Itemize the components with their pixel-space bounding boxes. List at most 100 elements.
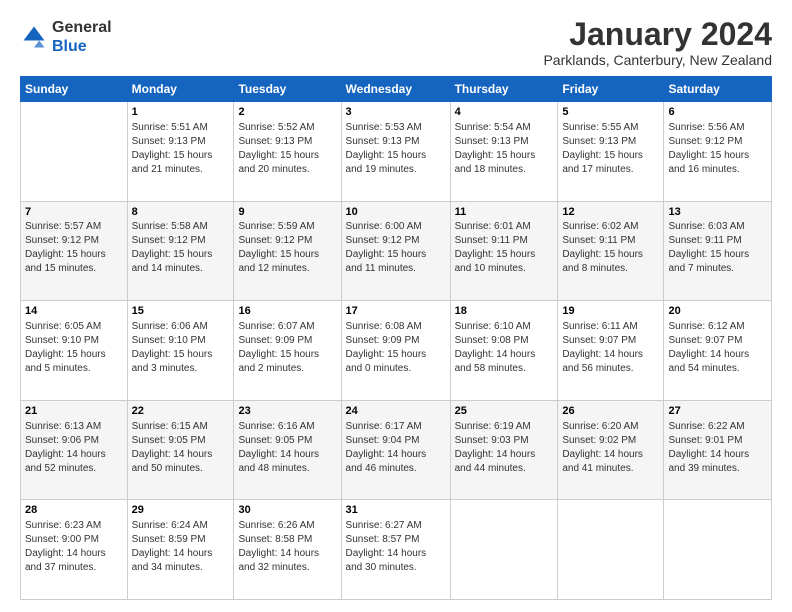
day-info: Sunrise: 6:19 AM Sunset: 9:03 PM Dayligh… — [455, 420, 554, 476]
day-number: 11 — [455, 205, 554, 220]
day-number: 17 — [346, 304, 446, 319]
day-info: Sunrise: 6:20 AM Sunset: 9:02 PM Dayligh… — [562, 420, 659, 476]
day-header-thursday: Thursday — [450, 77, 558, 102]
calendar-cell — [450, 500, 558, 600]
logo-blue-text: Blue — [52, 38, 87, 55]
day-number: 8 — [132, 205, 230, 220]
day-number: 28 — [25, 503, 123, 518]
day-info: Sunrise: 6:02 AM Sunset: 9:11 PM Dayligh… — [562, 220, 659, 276]
day-number: 2 — [238, 105, 336, 120]
day-number: 10 — [346, 205, 446, 220]
calendar-cell: 27Sunrise: 6:22 AM Sunset: 9:01 PM Dayli… — [664, 400, 772, 500]
day-info: Sunrise: 6:11 AM Sunset: 9:07 PM Dayligh… — [562, 320, 659, 376]
calendar-week-1: 1Sunrise: 5:51 AM Sunset: 9:13 PM Daylig… — [21, 102, 772, 202]
calendar-cell: 31Sunrise: 6:27 AM Sunset: 8:57 PM Dayli… — [341, 500, 450, 600]
calendar-cell: 25Sunrise: 6:19 AM Sunset: 9:03 PM Dayli… — [450, 400, 558, 500]
day-number: 31 — [346, 503, 446, 518]
day-number: 5 — [562, 105, 659, 120]
calendar-cell: 6Sunrise: 5:56 AM Sunset: 9:12 PM Daylig… — [664, 102, 772, 202]
calendar-cell: 30Sunrise: 6:26 AM Sunset: 8:58 PM Dayli… — [234, 500, 341, 600]
calendar-cell: 18Sunrise: 6:10 AM Sunset: 9:08 PM Dayli… — [450, 301, 558, 401]
calendar-cell: 21Sunrise: 6:13 AM Sunset: 9:06 PM Dayli… — [21, 400, 128, 500]
calendar-body: 1Sunrise: 5:51 AM Sunset: 9:13 PM Daylig… — [21, 102, 772, 600]
logo-general-text: General — [52, 19, 112, 36]
calendar-cell: 8Sunrise: 5:58 AM Sunset: 9:12 PM Daylig… — [127, 201, 234, 301]
day-number: 24 — [346, 404, 446, 419]
day-info: Sunrise: 6:24 AM Sunset: 8:59 PM Dayligh… — [132, 519, 230, 575]
calendar-week-2: 7Sunrise: 5:57 AM Sunset: 9:12 PM Daylig… — [21, 201, 772, 301]
day-info: Sunrise: 6:00 AM Sunset: 9:12 PM Dayligh… — [346, 220, 446, 276]
day-number: 7 — [25, 205, 123, 220]
day-info: Sunrise: 6:01 AM Sunset: 9:11 PM Dayligh… — [455, 220, 554, 276]
day-header-monday: Monday — [127, 77, 234, 102]
day-info: Sunrise: 6:12 AM Sunset: 9:07 PM Dayligh… — [668, 320, 767, 376]
header: General Blue January 2024 Parklands, Can… — [20, 18, 772, 68]
day-info: Sunrise: 5:53 AM Sunset: 9:13 PM Dayligh… — [346, 121, 446, 177]
day-info: Sunrise: 6:07 AM Sunset: 9:09 PM Dayligh… — [238, 320, 336, 376]
calendar-table: SundayMondayTuesdayWednesdayThursdayFrid… — [20, 76, 772, 600]
day-info: Sunrise: 6:10 AM Sunset: 9:08 PM Dayligh… — [455, 320, 554, 376]
day-info: Sunrise: 5:54 AM Sunset: 9:13 PM Dayligh… — [455, 121, 554, 177]
day-info: Sunrise: 6:08 AM Sunset: 9:09 PM Dayligh… — [346, 320, 446, 376]
calendar-cell: 29Sunrise: 6:24 AM Sunset: 8:59 PM Dayli… — [127, 500, 234, 600]
calendar-cell: 24Sunrise: 6:17 AM Sunset: 9:04 PM Dayli… — [341, 400, 450, 500]
logo-icon — [20, 23, 48, 51]
day-info: Sunrise: 6:23 AM Sunset: 9:00 PM Dayligh… — [25, 519, 123, 575]
calendar-cell: 4Sunrise: 5:54 AM Sunset: 9:13 PM Daylig… — [450, 102, 558, 202]
day-info: Sunrise: 5:52 AM Sunset: 9:13 PM Dayligh… — [238, 121, 336, 177]
calendar-cell: 22Sunrise: 6:15 AM Sunset: 9:05 PM Dayli… — [127, 400, 234, 500]
day-info: Sunrise: 6:05 AM Sunset: 9:10 PM Dayligh… — [25, 320, 123, 376]
day-number: 15 — [132, 304, 230, 319]
calendar-cell — [664, 500, 772, 600]
calendar-cell: 14Sunrise: 6:05 AM Sunset: 9:10 PM Dayli… — [21, 301, 128, 401]
calendar-cell: 10Sunrise: 6:00 AM Sunset: 9:12 PM Dayli… — [341, 201, 450, 301]
calendar-cell: 20Sunrise: 6:12 AM Sunset: 9:07 PM Dayli… — [664, 301, 772, 401]
day-number: 27 — [668, 404, 767, 419]
day-number: 18 — [455, 304, 554, 319]
calendar-cell: 5Sunrise: 5:55 AM Sunset: 9:13 PM Daylig… — [558, 102, 664, 202]
day-header-tuesday: Tuesday — [234, 77, 341, 102]
day-number: 20 — [668, 304, 767, 319]
calendar-cell: 7Sunrise: 5:57 AM Sunset: 9:12 PM Daylig… — [21, 201, 128, 301]
calendar-week-3: 14Sunrise: 6:05 AM Sunset: 9:10 PM Dayli… — [21, 301, 772, 401]
day-number: 29 — [132, 503, 230, 518]
day-number: 19 — [562, 304, 659, 319]
day-number: 13 — [668, 205, 767, 220]
day-number: 26 — [562, 404, 659, 419]
calendar-cell: 15Sunrise: 6:06 AM Sunset: 9:10 PM Dayli… — [127, 301, 234, 401]
logo: General Blue — [20, 18, 112, 56]
day-info: Sunrise: 6:15 AM Sunset: 9:05 PM Dayligh… — [132, 420, 230, 476]
calendar-cell: 16Sunrise: 6:07 AM Sunset: 9:09 PM Dayli… — [234, 301, 341, 401]
calendar-cell: 3Sunrise: 5:53 AM Sunset: 9:13 PM Daylig… — [341, 102, 450, 202]
day-number: 14 — [25, 304, 123, 319]
day-info: Sunrise: 5:51 AM Sunset: 9:13 PM Dayligh… — [132, 121, 230, 177]
day-number: 6 — [668, 105, 767, 120]
calendar-cell: 19Sunrise: 6:11 AM Sunset: 9:07 PM Dayli… — [558, 301, 664, 401]
calendar-cell: 1Sunrise: 5:51 AM Sunset: 9:13 PM Daylig… — [127, 102, 234, 202]
calendar-cell: 23Sunrise: 6:16 AM Sunset: 9:05 PM Dayli… — [234, 400, 341, 500]
calendar-cell: 28Sunrise: 6:23 AM Sunset: 9:00 PM Dayli… — [21, 500, 128, 600]
page: General Blue January 2024 Parklands, Can… — [0, 0, 792, 612]
day-header-saturday: Saturday — [664, 77, 772, 102]
calendar-cell: 11Sunrise: 6:01 AM Sunset: 9:11 PM Dayli… — [450, 201, 558, 301]
day-info: Sunrise: 5:58 AM Sunset: 9:12 PM Dayligh… — [132, 220, 230, 276]
day-info: Sunrise: 5:59 AM Sunset: 9:12 PM Dayligh… — [238, 220, 336, 276]
day-info: Sunrise: 6:17 AM Sunset: 9:04 PM Dayligh… — [346, 420, 446, 476]
calendar-week-4: 21Sunrise: 6:13 AM Sunset: 9:06 PM Dayli… — [21, 400, 772, 500]
day-number: 16 — [238, 304, 336, 319]
day-number: 3 — [346, 105, 446, 120]
day-number: 4 — [455, 105, 554, 120]
calendar-cell: 12Sunrise: 6:02 AM Sunset: 9:11 PM Dayli… — [558, 201, 664, 301]
day-header-wednesday: Wednesday — [341, 77, 450, 102]
day-number: 25 — [455, 404, 554, 419]
title-block: January 2024 Parklands, Canterbury, New … — [543, 18, 772, 68]
day-info: Sunrise: 6:26 AM Sunset: 8:58 PM Dayligh… — [238, 519, 336, 575]
day-header-sunday: Sunday — [21, 77, 128, 102]
day-info: Sunrise: 6:27 AM Sunset: 8:57 PM Dayligh… — [346, 519, 446, 575]
calendar-header-row: SundayMondayTuesdayWednesdayThursdayFrid… — [21, 77, 772, 102]
day-number: 12 — [562, 205, 659, 220]
day-number: 30 — [238, 503, 336, 518]
day-number: 9 — [238, 205, 336, 220]
calendar-cell: 13Sunrise: 6:03 AM Sunset: 9:11 PM Dayli… — [664, 201, 772, 301]
day-info: Sunrise: 6:06 AM Sunset: 9:10 PM Dayligh… — [132, 320, 230, 376]
